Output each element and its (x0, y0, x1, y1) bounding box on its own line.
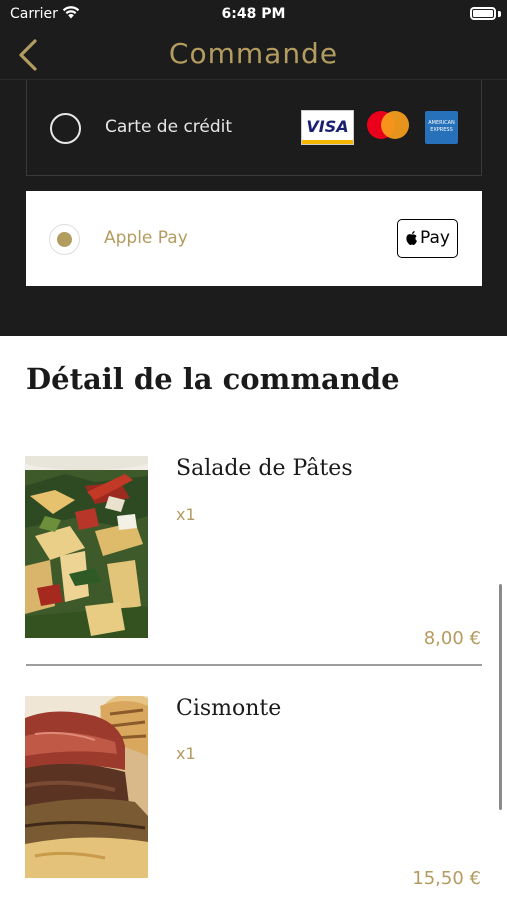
visa-stripe (302, 140, 353, 144)
credit-card-label: Carte de crédit (105, 117, 233, 137)
radio-selected-dot (57, 232, 72, 247)
order-item-list[interactable]: Salade de Pâtes x1 8,00 € Cismonte x1 15… (0, 440, 507, 900)
mastercard-orange-circle (381, 111, 409, 139)
item-divider (26, 664, 482, 666)
apple-pay-label: Apple Pay (104, 228, 188, 248)
mastercard-logo (367, 111, 411, 139)
status-bar: Carrier 6:48 PM (0, 0, 507, 30)
amex-logo-text: AMERICAN EXPRESS (428, 120, 455, 133)
visa-logo-text: VISA (306, 117, 349, 136)
visa-logo: VISA (301, 110, 354, 145)
apple-logo-icon (406, 231, 417, 245)
apple-pay-badge: Pay (397, 219, 458, 258)
payment-methods: Carte de crédit VISA AMERICAN EXPRESS Ap… (0, 80, 507, 336)
radio-button-selected[interactable] (49, 224, 80, 255)
item-quantity: x1 (176, 744, 196, 763)
scrollbar[interactable] (499, 584, 502, 810)
battery-tip (498, 11, 501, 17)
item-name: Cismonte (176, 696, 282, 721)
status-time: 6:48 PM (221, 6, 286, 22)
order-detail-heading: Détail de la commande (26, 362, 400, 396)
pasta-salad-image (25, 456, 148, 638)
item-price: 15,50 € (412, 868, 481, 889)
page-title: Commande (168, 37, 339, 70)
roast-beef-sandwich-photo (25, 696, 148, 878)
item-name: Salade de Pâtes (176, 456, 353, 481)
item-quantity: x1 (176, 505, 196, 524)
pasta-salad-photo (25, 456, 148, 638)
payment-option-credit-card[interactable]: Carte de crédit VISA AMERICAN EXPRESS (26, 80, 482, 176)
apple-pay-badge-text: Pay (420, 228, 450, 248)
order-item[interactable]: Cismonte x1 15,50 € (0, 680, 507, 900)
sandwich-image (25, 696, 148, 878)
battery-icon (470, 7, 496, 20)
order-item[interactable]: Salade de Pâtes x1 8,00 € (0, 440, 507, 676)
amex-logo: AMERICAN EXPRESS (425, 111, 458, 144)
item-price: 8,00 € (423, 628, 481, 649)
navigation-bar: Commande (0, 30, 507, 80)
radio-button-unselected[interactable] (50, 113, 81, 144)
payment-option-apple-pay[interactable]: Apple Pay Pay (26, 191, 482, 286)
